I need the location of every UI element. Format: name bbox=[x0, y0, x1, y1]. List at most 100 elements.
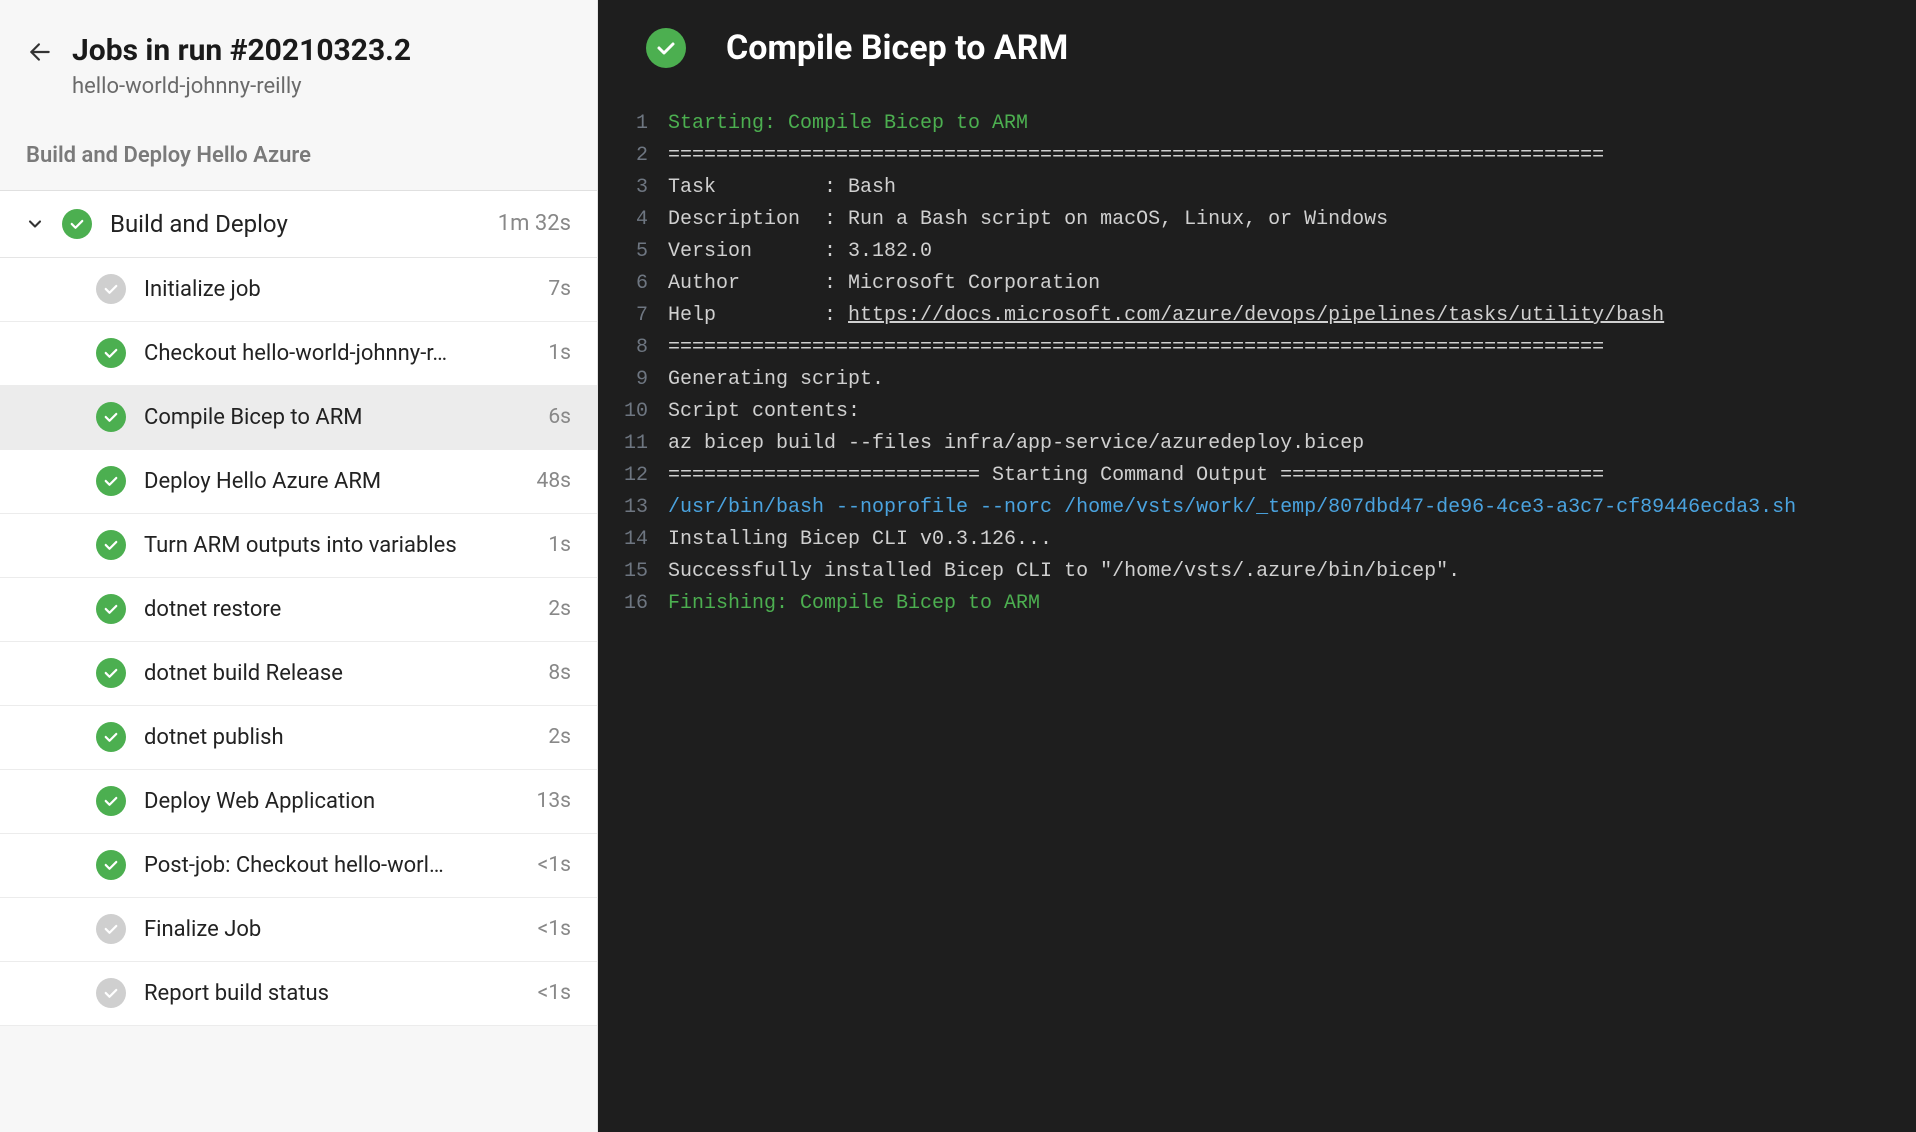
step-row[interactable]: Turn ARM outputs into variables 1s bbox=[0, 514, 597, 578]
header-titles: Jobs in run #20210323.2 hello-world-john… bbox=[72, 32, 571, 99]
check-circle-icon bbox=[96, 594, 126, 624]
line-number: 10 bbox=[598, 396, 668, 428]
step-row[interactable]: Report build status<1s bbox=[0, 962, 597, 1026]
step-row[interactable]: Checkout hello-world-johnny-r… 1s bbox=[0, 322, 597, 386]
page-subtitle: hello-world-johnny-reilly bbox=[72, 74, 571, 99]
step-duration: 6s bbox=[548, 405, 571, 429]
log-body[interactable]: 1Starting: Compile Bicep to ARM2========… bbox=[598, 86, 1916, 620]
step-label: dotnet restore bbox=[144, 597, 536, 622]
line-number: 13 bbox=[598, 492, 668, 524]
check-circle-icon bbox=[96, 658, 126, 688]
step-duration: 13s bbox=[537, 789, 571, 813]
step-label: dotnet publish bbox=[144, 725, 536, 750]
check-circle-icon bbox=[96, 978, 126, 1008]
step-label: Turn ARM outputs into variables bbox=[144, 533, 536, 558]
check-circle-icon bbox=[96, 274, 126, 304]
line-number: 7 bbox=[598, 300, 668, 332]
steps-list: Initialize job7sCheckout hello-world-joh… bbox=[0, 258, 597, 1026]
step-duration: <1s bbox=[538, 917, 571, 941]
log-line: 3Task : Bash bbox=[598, 172, 1916, 204]
line-number: 15 bbox=[598, 556, 668, 588]
line-text: Finishing: Compile Bicep to ARM bbox=[668, 588, 1916, 620]
line-number: 6 bbox=[598, 268, 668, 300]
log-line: 5Version : 3.182.0 bbox=[598, 236, 1916, 268]
line-number: 9 bbox=[598, 364, 668, 396]
line-text: Description : Run a Bash script on macOS… bbox=[668, 204, 1916, 236]
line-number: 5 bbox=[598, 236, 668, 268]
line-number: 8 bbox=[598, 332, 668, 364]
help-link[interactable]: https://docs.microsoft.com/azure/devops/… bbox=[848, 304, 1664, 327]
line-text: ========================== Starting Comm… bbox=[668, 460, 1916, 492]
step-row[interactable]: Post-job: Checkout hello-worl… <1s bbox=[0, 834, 597, 898]
check-circle-icon bbox=[96, 402, 126, 432]
sidebar-header: Jobs in run #20210323.2 hello-world-john… bbox=[0, 0, 597, 127]
job-label: Build and Deploy bbox=[110, 210, 486, 238]
check-circle-icon bbox=[96, 466, 126, 496]
log-line: 4Description : Run a Bash script on macO… bbox=[598, 204, 1916, 236]
step-label: Compile Bicep to ARM bbox=[144, 405, 536, 430]
line-text: az bicep build --files infra/app-service… bbox=[668, 428, 1916, 460]
log-line: 10Script contents: bbox=[598, 396, 1916, 428]
step-label: Initialize job bbox=[144, 277, 536, 302]
log-line: 1Starting: Compile Bicep to ARM bbox=[598, 108, 1916, 140]
step-duration: 2s bbox=[548, 725, 571, 749]
step-duration: 1s bbox=[548, 341, 571, 365]
stage-title: Build and Deploy Hello Azure bbox=[0, 127, 597, 191]
log-header: Compile Bicep to ARM bbox=[598, 0, 1916, 86]
line-text: Starting: Compile Bicep to ARM bbox=[668, 108, 1916, 140]
back-button[interactable] bbox=[26, 38, 54, 66]
line-number: 2 bbox=[598, 140, 668, 172]
job-row[interactable]: Build and Deploy 1m 32s bbox=[0, 191, 597, 258]
line-text: Author : Microsoft Corporation bbox=[668, 268, 1916, 300]
log-title: Compile Bicep to ARM bbox=[726, 28, 1068, 68]
step-label: dotnet build Release bbox=[144, 661, 536, 686]
log-line: 6Author : Microsoft Corporation bbox=[598, 268, 1916, 300]
step-duration: 8s bbox=[548, 661, 571, 685]
step-row[interactable]: Deploy Web Application 13s bbox=[0, 770, 597, 834]
sidebar: Jobs in run #20210323.2 hello-world-john… bbox=[0, 0, 598, 1132]
log-line: 8=======================================… bbox=[598, 332, 1916, 364]
step-label: Post-job: Checkout hello-worl… bbox=[144, 853, 526, 878]
check-circle-icon bbox=[646, 28, 686, 68]
step-label: Report build status bbox=[144, 981, 526, 1006]
step-row[interactable]: Initialize job7s bbox=[0, 258, 597, 322]
line-text: Task : Bash bbox=[668, 172, 1916, 204]
line-text: Script contents: bbox=[668, 396, 1916, 428]
step-label: Deploy Hello Azure ARM bbox=[144, 469, 525, 494]
step-label: Checkout hello-world-johnny-r… bbox=[144, 341, 536, 366]
log-line: 15Successfully installed Bicep CLI to "/… bbox=[598, 556, 1916, 588]
chevron-down-icon bbox=[22, 211, 48, 237]
line-number: 4 bbox=[598, 204, 668, 236]
log-line: 11az bicep build --files infra/app-servi… bbox=[598, 428, 1916, 460]
step-row[interactable]: dotnet build Release 8s bbox=[0, 642, 597, 706]
log-pane: Compile Bicep to ARM 1Starting: Compile … bbox=[598, 0, 1916, 1132]
log-line: 16Finishing: Compile Bicep to ARM bbox=[598, 588, 1916, 620]
line-text: ========================================… bbox=[668, 332, 1916, 364]
step-row[interactable]: dotnet restore2s bbox=[0, 578, 597, 642]
line-number: 12 bbox=[598, 460, 668, 492]
line-text: Help : https://docs.microsoft.com/azure/… bbox=[668, 300, 1916, 332]
step-row[interactable]: Compile Bicep to ARM 6s bbox=[0, 386, 597, 450]
log-line: 9Generating script. bbox=[598, 364, 1916, 396]
log-line: 12========================== Starting Co… bbox=[598, 460, 1916, 492]
log-line: 13/usr/bin/bash --noprofile --norc /home… bbox=[598, 492, 1916, 524]
line-number: 11 bbox=[598, 428, 668, 460]
job-duration: 1m 32s bbox=[498, 211, 571, 236]
check-circle-icon bbox=[62, 209, 92, 239]
step-label: Deploy Web Application bbox=[144, 789, 525, 814]
step-duration: 48s bbox=[537, 469, 571, 493]
line-text: Successfully installed Bicep CLI to "/ho… bbox=[668, 556, 1916, 588]
step-duration: <1s bbox=[538, 853, 571, 877]
step-row[interactable]: Finalize Job<1s bbox=[0, 898, 597, 962]
step-row[interactable]: Deploy Hello Azure ARM 48s bbox=[0, 450, 597, 514]
check-circle-icon bbox=[96, 338, 126, 368]
line-text: ========================================… bbox=[668, 140, 1916, 172]
line-text: Installing Bicep CLI v0.3.126... bbox=[668, 524, 1916, 556]
arrow-left-icon bbox=[27, 39, 53, 65]
step-duration: 1s bbox=[548, 533, 571, 557]
step-row[interactable]: dotnet publish 2s bbox=[0, 706, 597, 770]
check-circle-icon bbox=[96, 786, 126, 816]
line-text: Version : 3.182.0 bbox=[668, 236, 1916, 268]
log-line: 14Installing Bicep CLI v0.3.126... bbox=[598, 524, 1916, 556]
line-text: Generating script. bbox=[668, 364, 1916, 396]
